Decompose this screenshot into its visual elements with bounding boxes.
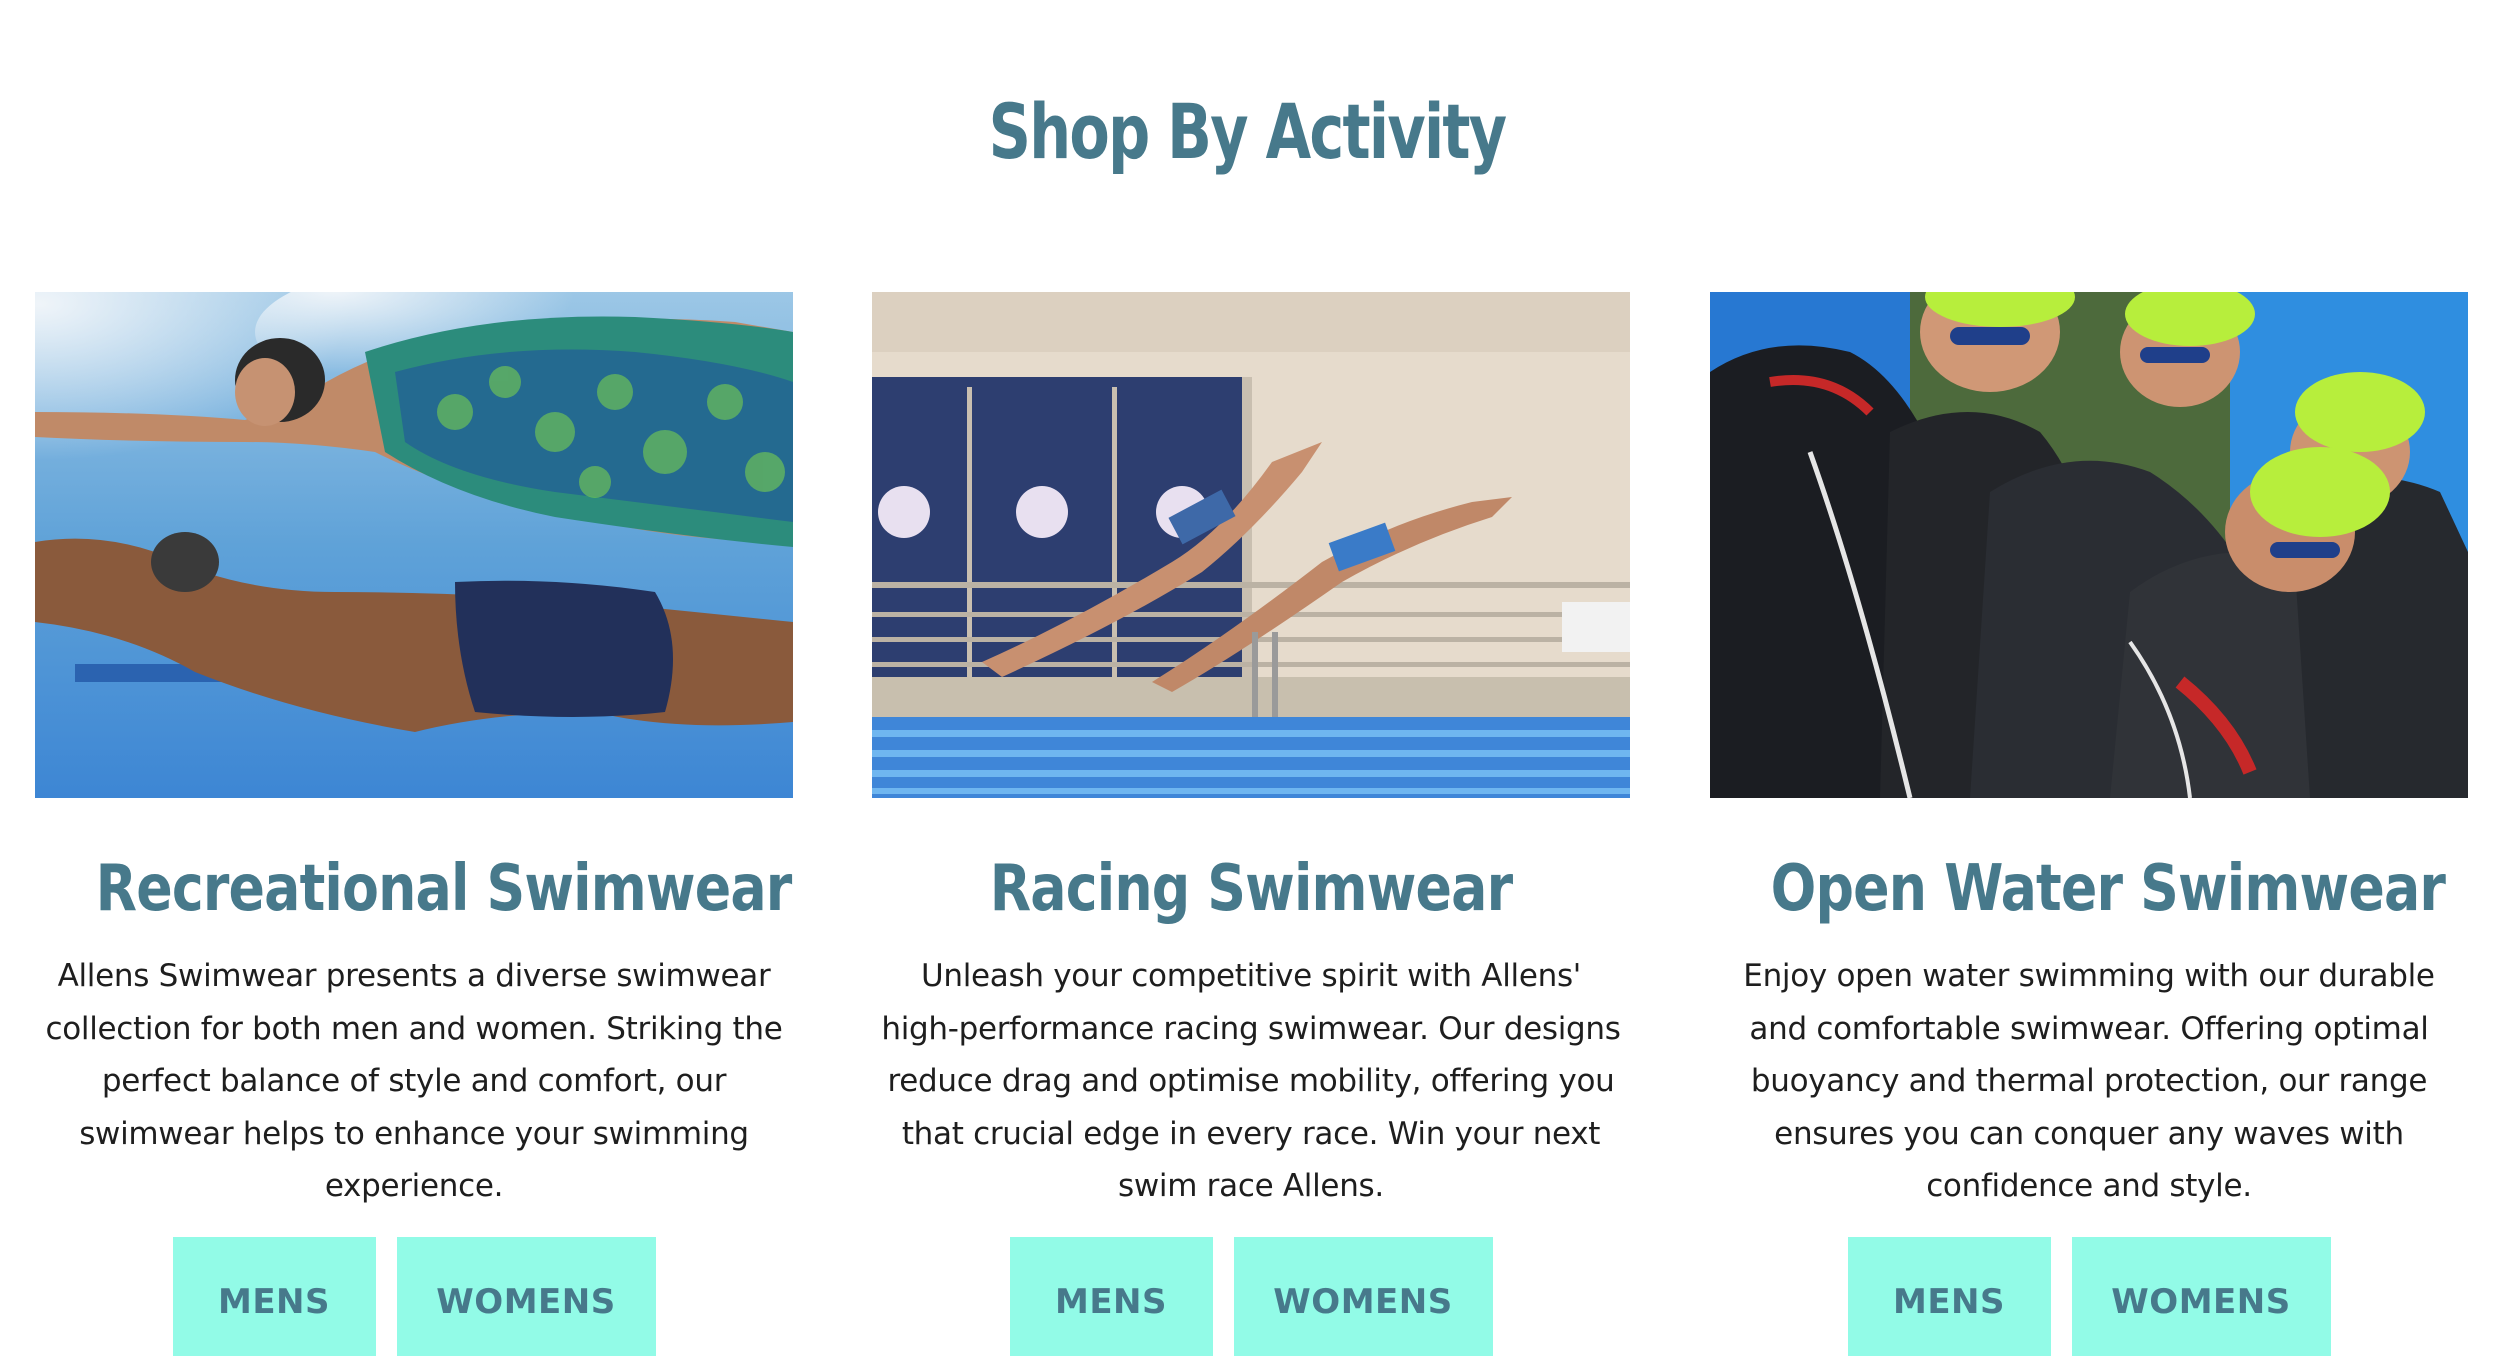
shop-by-activity-section: Shop By Activity Recreational Swimwear A…: [0, 0, 2494, 1356]
activity-card-open-water: Open Water Swimwear Enjoy open water swi…: [1710, 292, 2468, 1356]
card-title[interactable]: Recreational Swimwear: [96, 848, 793, 930]
mens-button[interactable]: MENS: [1009, 1236, 1213, 1356]
womens-button[interactable]: WOMENS: [396, 1236, 656, 1356]
racing-swimwear-image[interactable]: [872, 292, 1630, 798]
womens-button[interactable]: WOMENS: [2071, 1236, 2331, 1356]
card-description: Allens Swimwear presents a diverse swimw…: [45, 958, 783, 1204]
card-description: Enjoy open water swimming with our durab…: [1743, 958, 2435, 1204]
card-title[interactable]: Racing Swimwear: [933, 848, 1570, 930]
card-description: Unleash your competitive spirit with All…: [881, 958, 1621, 1204]
mens-button[interactable]: MENS: [1847, 1236, 2051, 1356]
section-title: Shop By Activity: [988, 87, 1507, 176]
activity-card-racing: Racing Swimwear Unleash your competitive…: [872, 292, 1630, 1356]
card-title[interactable]: Open Water Swimwear: [1771, 848, 2446, 930]
activity-card-recreational: Recreational Swimwear Allens Swimwear pr…: [35, 292, 793, 1356]
mens-button[interactable]: MENS: [172, 1236, 376, 1356]
gender-buttons: MENS WOMENS: [35, 1236, 793, 1356]
gender-buttons: MENS WOMENS: [1710, 1236, 2468, 1356]
recreational-swimwear-image[interactable]: [35, 292, 793, 798]
open-water-swimwear-image[interactable]: [1710, 292, 2468, 798]
womens-button[interactable]: WOMENS: [1233, 1236, 1493, 1356]
gender-buttons: MENS WOMENS: [872, 1236, 1630, 1356]
